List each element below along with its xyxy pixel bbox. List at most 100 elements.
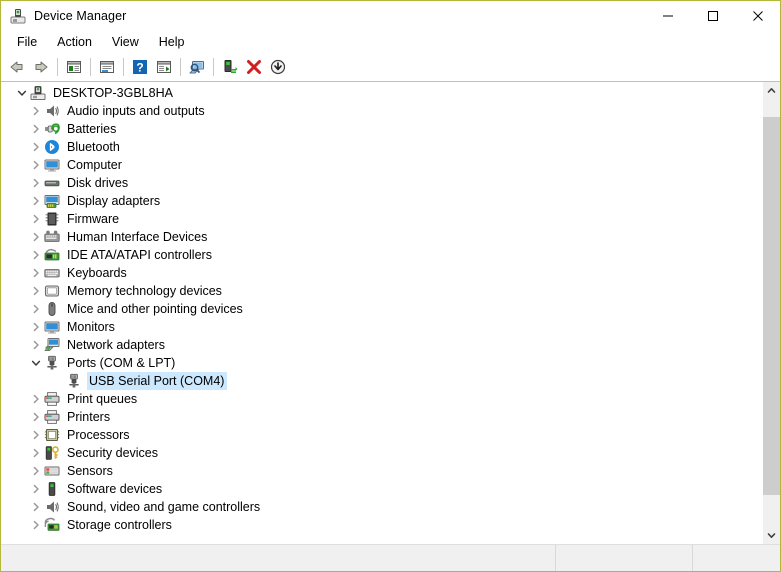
battery-plug-icon — [44, 121, 60, 137]
tree-item-label: Ports (COM & LPT) — [67, 356, 176, 370]
tree-item-label: Batteries — [67, 122, 117, 136]
tree-item[interactable]: Computer — [2, 156, 762, 174]
disable-device-button[interactable] — [266, 55, 290, 79]
tree-item[interactable]: Audio inputs and outputs — [2, 102, 762, 120]
software-device-icon — [44, 481, 60, 497]
forward-button[interactable] — [29, 55, 53, 79]
scroll-up-arrow-icon[interactable] — [763, 82, 780, 99]
tree-item[interactable]: Ports (COM & LPT) — [2, 354, 762, 372]
memory-device-icon — [44, 283, 60, 299]
tree-item-label: Monitors — [67, 320, 115, 334]
disk-drive-icon — [44, 175, 60, 191]
tree-item-label: DESKTOP-3GBL8HA — [53, 86, 173, 100]
tree-item[interactable]: Keyboards — [2, 264, 762, 282]
tree-item-label: Software devices — [67, 482, 163, 496]
maximize-button[interactable] — [690, 1, 735, 31]
tree-item[interactable]: Human Interface Devices — [2, 228, 762, 246]
vertical-scrollbar[interactable] — [762, 82, 780, 544]
tree-item[interactable]: Display adapters — [2, 192, 762, 210]
menu-file[interactable]: File — [7, 32, 47, 52]
menu-view[interactable]: View — [102, 32, 149, 52]
tree-item-label: Memory technology devices — [67, 284, 222, 298]
chevron-right-icon[interactable] — [28, 409, 44, 425]
tree-item[interactable]: Network adapters — [2, 336, 762, 354]
tree-item[interactable]: Monitors — [2, 318, 762, 336]
chevron-right-icon[interactable] — [28, 121, 44, 137]
mouse-icon — [44, 301, 60, 317]
uninstall-device-button[interactable] — [242, 55, 266, 79]
chevron-right-icon[interactable] — [28, 193, 44, 209]
chevron-right-icon[interactable] — [28, 481, 44, 497]
bluetooth-icon — [44, 139, 60, 155]
hid-icon — [44, 229, 60, 245]
chevron-right-icon[interactable] — [28, 445, 44, 461]
ide-controller-icon — [44, 247, 60, 263]
tree-item[interactable]: Software devices — [2, 480, 762, 498]
status-bar — [1, 544, 780, 571]
device-manager-icon — [10, 8, 26, 24]
tree-item[interactable]: Memory technology devices — [2, 282, 762, 300]
chevron-right-icon[interactable] — [28, 247, 44, 263]
menu-action[interactable]: Action — [47, 32, 102, 52]
minimize-button[interactable] — [645, 1, 690, 31]
printer-icon — [44, 391, 60, 407]
chevron-right-icon[interactable] — [28, 337, 44, 353]
update-driver-button[interactable] — [218, 55, 242, 79]
chevron-right-icon[interactable] — [28, 265, 44, 281]
tree-item[interactable]: Firmware — [2, 210, 762, 228]
scan-for-hardware-changes-button[interactable] — [185, 55, 209, 79]
tree-item[interactable]: USB Serial Port (COM4) — [2, 372, 762, 390]
scrollbar-thumb[interactable] — [763, 117, 780, 495]
chevron-right-icon[interactable] — [28, 229, 44, 245]
tree-item[interactable]: Print queues — [2, 390, 762, 408]
tree-item[interactable]: Bluetooth — [2, 138, 762, 156]
tree-item[interactable]: Disk drives — [2, 174, 762, 192]
chevron-down-icon[interactable] — [28, 355, 44, 371]
chevron-right-icon[interactable] — [28, 283, 44, 299]
tree-item[interactable]: Sensors — [2, 462, 762, 480]
menu-help[interactable]: Help — [149, 32, 195, 52]
show-hide-action-pane-button[interactable] — [152, 55, 176, 79]
tree-item-label: Audio inputs and outputs — [67, 104, 205, 118]
chevron-right-icon[interactable] — [28, 427, 44, 443]
chevron-right-icon[interactable] — [28, 301, 44, 317]
tree-item[interactable]: Processors — [2, 426, 762, 444]
device-tree[interactable]: DESKTOP-3GBL8HA Audio inputs and outputs B… — [1, 82, 762, 544]
tree-item[interactable]: IDE ATA/ATAPI controllers — [2, 246, 762, 264]
properties-button[interactable] — [95, 55, 119, 79]
chevron-down-icon[interactable] — [14, 85, 30, 101]
tree-pane-container: DESKTOP-3GBL8HA Audio inputs and outputs B… — [1, 81, 780, 544]
back-button[interactable] — [5, 55, 29, 79]
toolbar-separator-icon — [90, 58, 91, 76]
close-button[interactable] — [735, 1, 780, 31]
tree-item-label: IDE ATA/ATAPI controllers — [67, 248, 212, 262]
chevron-right-icon[interactable] — [28, 463, 44, 479]
tree-item[interactable]: Sound, video and game controllers — [2, 498, 762, 516]
chevron-right-icon[interactable] — [28, 211, 44, 227]
tree-item[interactable]: Security devices — [2, 444, 762, 462]
help-button[interactable]: ? — [128, 55, 152, 79]
scroll-down-arrow-icon[interactable] — [763, 527, 780, 544]
chevron-right-icon[interactable] — [28, 157, 44, 173]
svg-text:?: ? — [136, 60, 143, 74]
monitor-icon — [44, 319, 60, 335]
tree-item[interactable]: Batteries — [2, 120, 762, 138]
status-pane-secondary — [556, 545, 693, 571]
tree-item[interactable]: Mice and other pointing devices — [2, 300, 762, 318]
sensors-icon — [44, 463, 60, 479]
tree-item[interactable]: Printers — [2, 408, 762, 426]
chevron-right-icon[interactable] — [28, 319, 44, 335]
tree-item-label: Keyboards — [67, 266, 127, 280]
status-pane-tertiary — [693, 545, 780, 571]
tree-item-label: Sound, video and game controllers — [67, 500, 261, 514]
printer-icon — [44, 409, 60, 425]
tree-item[interactable]: DESKTOP-3GBL8HA — [2, 84, 762, 102]
chevron-right-icon[interactable] — [28, 391, 44, 407]
chevron-right-icon[interactable] — [28, 517, 44, 533]
chevron-right-icon[interactable] — [28, 175, 44, 191]
chevron-right-icon[interactable] — [28, 103, 44, 119]
chevron-right-icon[interactable] — [28, 499, 44, 515]
chevron-right-icon[interactable] — [28, 139, 44, 155]
show-hide-console-tree-button[interactable] — [62, 55, 86, 79]
tree-item[interactable]: Storage controllers — [2, 516, 762, 534]
